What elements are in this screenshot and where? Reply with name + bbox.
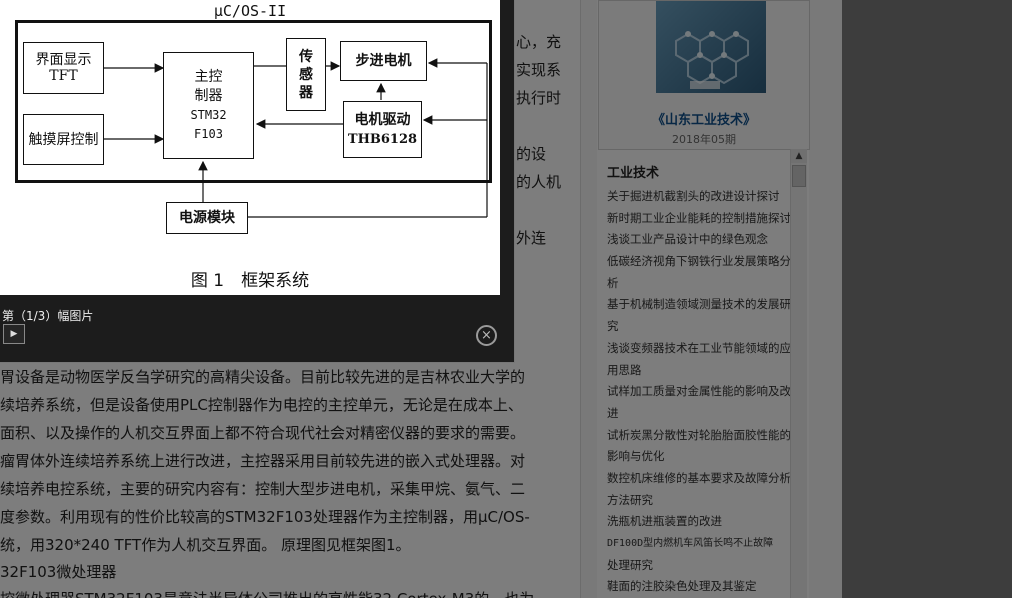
motor-driver-box: 电机驱动 THB6128 (343, 101, 422, 158)
box-label: STM32 (190, 107, 227, 122)
play-arrow-icon: ▶ (10, 329, 18, 339)
figure-image: μC/OS-II 界面显示 TFT 触摸屏控制 主控 制器 STM32 F103… (0, 0, 500, 295)
image-counter: 第（1/3）幅图片 (2, 309, 94, 323)
figure-caption: 图 1 框架系统 (190, 271, 310, 291)
next-image-button[interactable]: ▶ (3, 324, 25, 344)
box-label: 触摸屏控制 (28, 131, 99, 148)
box-label: 电源模块 (179, 210, 235, 226)
box-label: 电机驱动 (354, 111, 411, 128)
display-module-box: 界面显示 TFT (23, 42, 104, 94)
box-label: 主控 (194, 68, 223, 85)
box-label: 制器 (194, 87, 223, 104)
box-label: TFT (49, 68, 78, 84)
box-label: 步进电机 (355, 53, 412, 69)
mcu-box: 主控 制器 STM32 F103 (163, 52, 254, 159)
power-module-box: 电源模块 (166, 202, 248, 234)
window-edge-shade (842, 0, 1012, 598)
close-icon: × (481, 328, 492, 343)
box-label: 器 (299, 84, 313, 101)
sensor-box: 传 感 器 (286, 38, 326, 111)
close-button[interactable]: × (476, 325, 497, 346)
image-lightbox: μC/OS-II 界面显示 TFT 触摸屏控制 主控 制器 STM32 F103… (0, 0, 515, 363)
box-label: 界面显示 (35, 52, 92, 68)
box-label: THB6128 (347, 131, 418, 147)
stepper-motor-box: 步进电机 (340, 41, 427, 81)
touch-control-box: 触摸屏控制 (23, 114, 104, 165)
box-label: 感 (299, 66, 313, 83)
box-label: 传 (299, 48, 313, 65)
box-label: F103 (194, 126, 223, 141)
